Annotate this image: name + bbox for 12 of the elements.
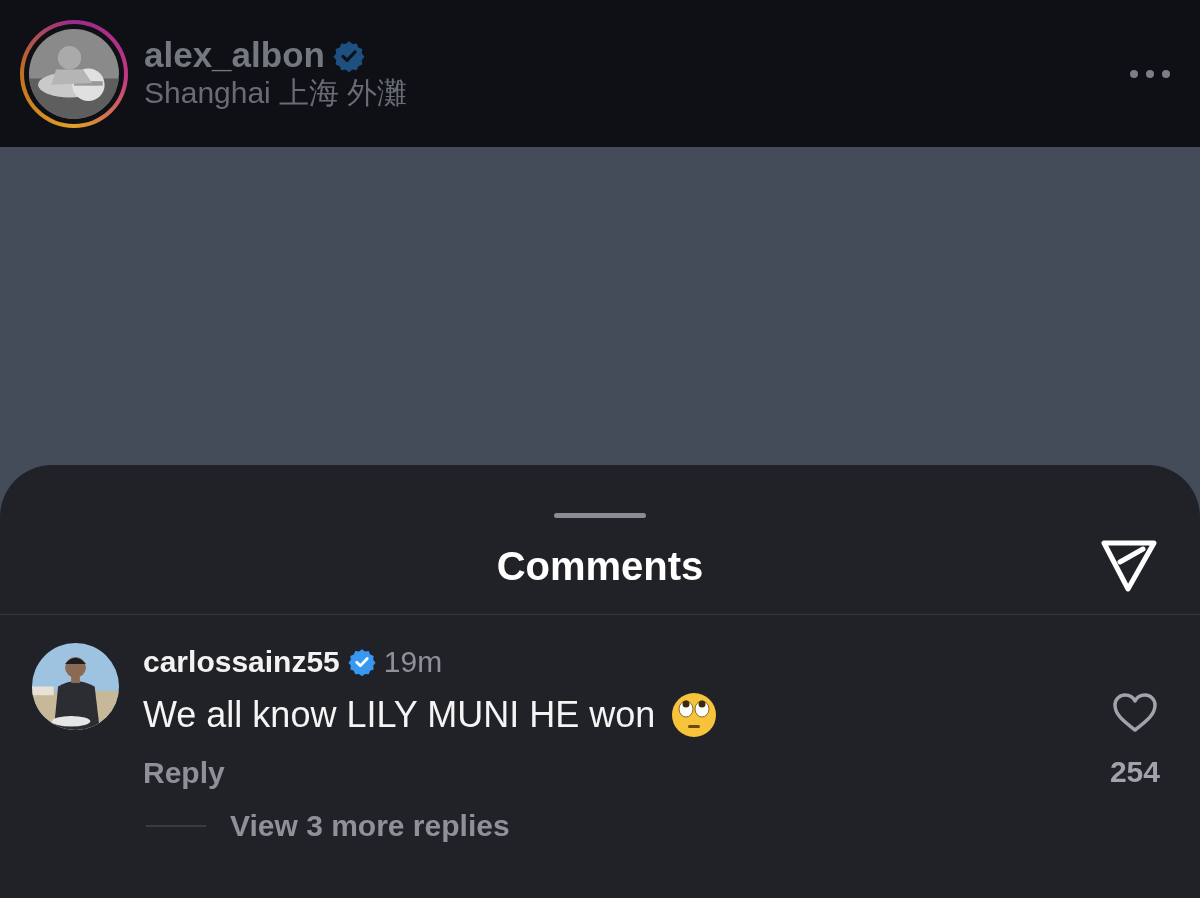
comment-username[interactable]: carlossainz55 (143, 639, 340, 684)
reply-link[interactable]: Reply (143, 750, 225, 795)
eye-roll-emoji-icon (671, 692, 718, 738)
comment-time: 19m (383, 644, 443, 680)
like-icon[interactable] (1111, 693, 1158, 733)
sheet-title: Comments (496, 543, 704, 590)
comment-text: We all know LILY MUNI HE won (143, 693, 656, 737)
view-replies-link[interactable]: View 3 more replies (230, 803, 510, 848)
drag-handle[interactable] (554, 513, 646, 518)
like-count: 254 (1109, 754, 1160, 790)
location-text[interactable]: Shanghai 上海 外灘 (144, 74, 408, 111)
username[interactable]: alex_albon (144, 36, 325, 75)
